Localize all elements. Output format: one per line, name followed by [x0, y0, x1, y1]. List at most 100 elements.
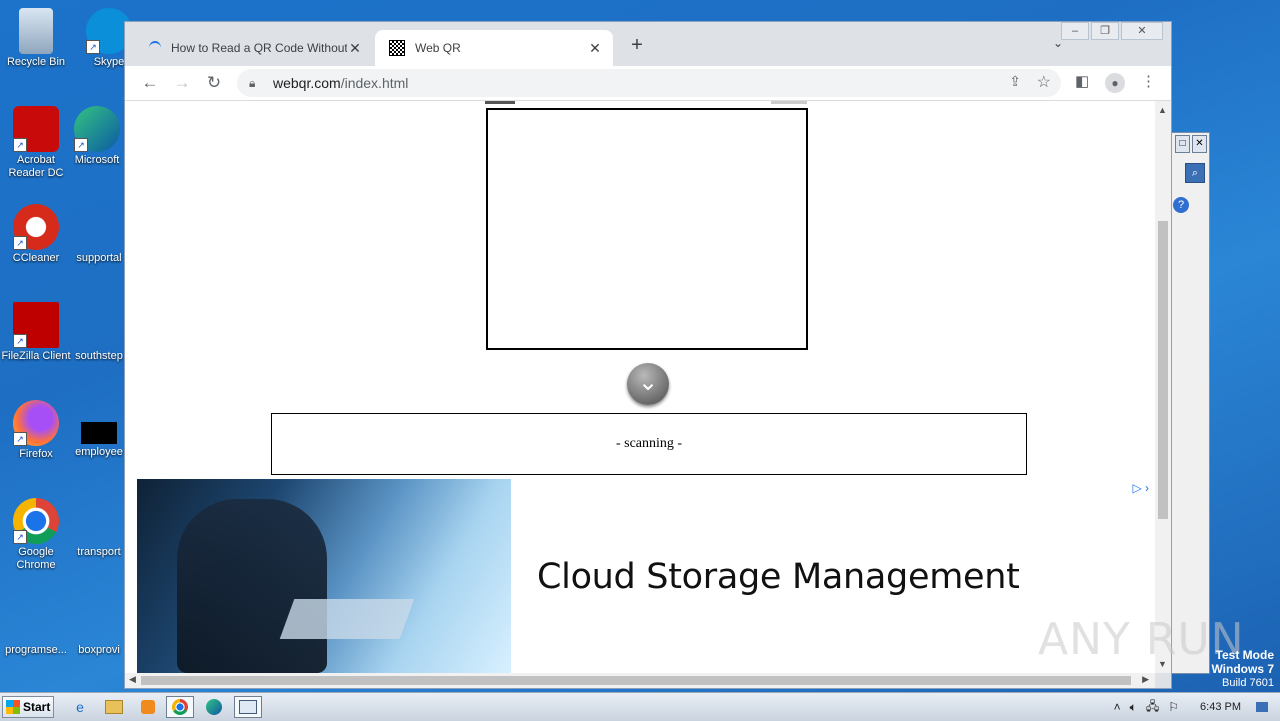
- control-edge[interactable]: [771, 101, 807, 104]
- volume-icon[interactable]: 🔈︎: [1130, 700, 1137, 715]
- file-icon: [81, 422, 117, 444]
- desktop-icon-acrobat[interactable]: ↗ Acrobat Reader DC: [1, 106, 71, 180]
- address-bar[interactable]: 🔒︎ webqr.com /index.html ⇪ ☆: [237, 69, 1061, 97]
- taskbar-ie-icon[interactable]: e: [66, 696, 94, 718]
- close-tab-icon[interactable]: ✕: [587, 40, 603, 57]
- file-icon: [76, 596, 122, 642]
- scroll-thumb[interactable]: [141, 676, 1131, 685]
- network-icon[interactable]: 🖧︎: [1146, 697, 1159, 718]
- back-button[interactable]: ←: [139, 72, 161, 94]
- build-label: Build 7601: [1222, 677, 1274, 689]
- scan-result-text: - scanning -: [615, 436, 683, 451]
- acrobat-icon: ↗: [13, 106, 59, 152]
- file-icon: [76, 498, 122, 544]
- page-viewport: ⌄ - scanning - Cloud Storage Management …: [125, 101, 1155, 673]
- ad-headline: Cloud Storage Management: [537, 557, 1020, 597]
- laptop-shape: [279, 599, 415, 639]
- share-icon[interactable]: ⇪: [1009, 73, 1021, 90]
- clock[interactable]: 6:43 PM: [1200, 701, 1241, 713]
- close-icon[interactable]: ✕: [1192, 135, 1207, 153]
- tab-web-qr[interactable]: Web QR ✕: [375, 30, 613, 66]
- desktop-icon-label: Microsoft: [74, 154, 120, 166]
- qr-code-icon: [389, 40, 405, 56]
- start-button[interactable]: Start: [2, 696, 54, 718]
- toolbar: ← → ↻ 🔒︎ webqr.com /index.html ⇪ ☆ ◧ ● ⋮: [125, 66, 1171, 101]
- test-mode-label: Test Mode: [1215, 648, 1274, 662]
- start-label: Start: [23, 700, 51, 714]
- scanner-top-controls: [485, 101, 809, 105]
- desktop-icon-programse[interactable]: programse...: [1, 596, 71, 657]
- desktop-icon-recycle-bin[interactable]: Recycle Bin: [1, 8, 71, 69]
- tab-strip: How to Read a QR Code Without a C ✕ Web …: [125, 22, 1171, 66]
- forward-button[interactable]: →: [171, 72, 193, 94]
- file-icon: [76, 204, 122, 250]
- desktop-icon-google-chrome[interactable]: ↗ Google Chrome: [1, 498, 71, 572]
- reload-button[interactable]: ↻: [203, 72, 225, 94]
- taskbar-edge-icon[interactable]: [200, 696, 228, 718]
- recycle-bin-icon: [19, 8, 53, 54]
- new-tab-button[interactable]: +: [625, 34, 649, 57]
- lock-icon: 🔒︎: [249, 75, 256, 90]
- action-center-flag-icon[interactable]: ⚐: [1168, 700, 1179, 714]
- desktop-icon-label: employee: [75, 446, 123, 458]
- control-edge[interactable]: [485, 101, 515, 104]
- file-icon: [13, 596, 59, 642]
- taskbar-explorer-icon[interactable]: [100, 696, 128, 718]
- desktop-icon-firefox[interactable]: ↗ Firefox: [1, 400, 71, 461]
- file-icon: [76, 302, 122, 348]
- chevron-down-icon[interactable]: ⌄: [627, 363, 669, 405]
- taskbar-media-player-icon[interactable]: [134, 696, 162, 718]
- maximize-icon[interactable]: □: [1175, 135, 1190, 153]
- profile-avatar-icon[interactable]: ●: [1105, 73, 1125, 93]
- scan-result-box: - scanning -: [271, 413, 1027, 475]
- advertisement[interactable]: Cloud Storage Management ▷ ›: [137, 479, 1155, 673]
- test-mode-notice: Test Mode Windows 7 Build 7601: [1211, 648, 1274, 690]
- tab-title: How to Read a QR Code Without a C: [171, 41, 347, 55]
- minimize-icon[interactable]: ‒: [1061, 22, 1089, 40]
- taskbar: Start e ˄ 🔈︎ 🖧︎ ⚐ 6:43 PM: [0, 692, 1280, 721]
- desktop-icon-label: supportal: [76, 252, 122, 264]
- search-icon[interactable]: ⌕: [1185, 163, 1205, 183]
- tray-expand-icon[interactable]: ˄: [1114, 700, 1121, 714]
- restore-icon[interactable]: ❐: [1091, 22, 1119, 40]
- camera-preview[interactable]: [486, 108, 808, 350]
- scroll-right-icon[interactable]: ▶: [1142, 674, 1149, 685]
- scroll-up-icon[interactable]: ▲: [1158, 105, 1167, 115]
- tab-how-to-read-qr[interactable]: How to Read a QR Code Without a C ✕: [135, 30, 373, 66]
- desktop-icon-label: Firefox: [19, 448, 53, 460]
- desktop-icon-microsoft-edge[interactable]: ↗ Microsoft: [62, 106, 132, 167]
- system-tray: ˄ 🔈︎ 🖧︎ ⚐ 6:43 PM: [1114, 696, 1268, 718]
- desktop-icon-ccleaner[interactable]: ↗ CCleaner: [1, 204, 71, 265]
- filezilla-icon: ↗: [13, 302, 59, 348]
- desktop-icon-label: southstep: [75, 350, 123, 362]
- adchoices-icon[interactable]: ▷ ›: [1132, 481, 1149, 495]
- show-desktop-icon[interactable]: [1256, 702, 1268, 712]
- taskbar-window-icon[interactable]: [234, 696, 262, 718]
- person-silhouette: [177, 499, 327, 673]
- close-icon[interactable]: ✕: [1121, 22, 1163, 40]
- tab-title: Web QR: [415, 41, 461, 55]
- vertical-scrollbar[interactable]: ▲ ▼: [1155, 101, 1171, 673]
- desktop-icon-filezilla[interactable]: ↗ FileZilla Client: [1, 302, 71, 363]
- desktop-icon-label: FileZilla Client: [1, 350, 71, 362]
- help-icon[interactable]: ?: [1173, 197, 1189, 213]
- ccleaner-icon: ↗: [13, 204, 59, 250]
- scroll-left-icon[interactable]: ◀: [129, 674, 136, 685]
- menu-kebab-icon[interactable]: ⋮: [1141, 72, 1156, 90]
- horizontal-scrollbar[interactable]: ◀ ▶: [125, 673, 1155, 688]
- desktop-icon-label: boxprovi: [78, 644, 120, 656]
- close-tab-icon[interactable]: ✕: [347, 40, 363, 57]
- desktop-icon-label: Recycle Bin: [6, 56, 66, 68]
- desktop-icon-label: Google Chrome: [16, 546, 56, 571]
- side-panel-icon[interactable]: ◧: [1075, 72, 1089, 90]
- loading-icon: [149, 41, 161, 55]
- taskbar-chrome-icon[interactable]: [166, 696, 194, 718]
- desktop-icon-label: CCleaner: [12, 252, 60, 264]
- desktop-icon-label: Acrobat Reader DC: [8, 154, 64, 179]
- bookmark-star-icon[interactable]: ☆: [1037, 72, 1051, 92]
- firefox-icon: ↗: [13, 400, 59, 446]
- background-window-controls: □ ✕: [1175, 135, 1207, 153]
- scroll-thumb[interactable]: [1158, 221, 1168, 519]
- browser-window: How to Read a QR Code Without a C ✕ Web …: [124, 21, 1172, 689]
- url-host: webqr.com: [273, 75, 341, 91]
